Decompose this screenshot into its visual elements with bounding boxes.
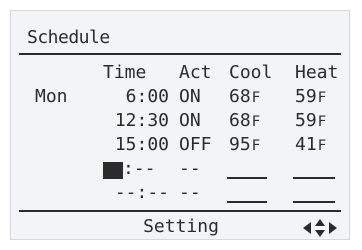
row-3-time[interactable]: 15:00 bbox=[103, 135, 169, 155]
row-2-heat-value: 59 bbox=[295, 110, 317, 131]
footer-divider bbox=[19, 210, 341, 212]
row-2-heat[interactable]: 59F bbox=[295, 111, 326, 132]
row-3-cool[interactable]: 95F bbox=[229, 135, 260, 156]
row-2-heat-unit: F bbox=[317, 114, 327, 130]
screen-title: Schedule bbox=[27, 27, 110, 48]
row-3-heat-unit: F bbox=[317, 138, 327, 154]
selection-cursor[interactable] bbox=[103, 162, 123, 179]
header-act: Act bbox=[179, 62, 212, 83]
row-4-heat-blank[interactable] bbox=[293, 177, 335, 179]
row-1-act[interactable]: ON bbox=[179, 87, 201, 107]
row-1-heat[interactable]: 59F bbox=[295, 87, 326, 108]
day-label: Mon bbox=[35, 86, 68, 107]
row-4-act[interactable]: -- bbox=[179, 159, 201, 179]
row-2-cool[interactable]: 68F bbox=[229, 111, 260, 132]
schedule-screen: Schedule Time Act Cool Heat Mon 6:00 ON … bbox=[10, 10, 350, 240]
row-3-act[interactable]: OFF bbox=[179, 135, 212, 155]
row-3-heat[interactable]: 41F bbox=[295, 135, 326, 156]
row-1-time[interactable]: 6:00 bbox=[103, 87, 169, 107]
row-2-cool-value: 68 bbox=[229, 110, 251, 131]
row-5-time[interactable]: --:-- bbox=[103, 183, 169, 203]
row-1-heat-value: 59 bbox=[295, 86, 317, 107]
header-cool: Cool bbox=[229, 62, 273, 83]
row-1-heat-unit: F bbox=[317, 90, 327, 106]
footer-setting-label: Setting bbox=[143, 216, 219, 237]
row-2-act[interactable]: ON bbox=[179, 111, 201, 131]
row-5-cool-blank[interactable] bbox=[227, 201, 267, 203]
row-4-cool-blank[interactable] bbox=[227, 177, 267, 179]
title-divider bbox=[19, 53, 341, 55]
row-5-heat-blank[interactable] bbox=[293, 201, 335, 203]
row-1-cool-value: 68 bbox=[229, 86, 251, 107]
row-5-act[interactable]: -- bbox=[179, 183, 201, 203]
row-3-heat-value: 41 bbox=[295, 134, 317, 155]
header-heat: Heat bbox=[295, 62, 339, 83]
row-2-time[interactable]: 12:30 bbox=[103, 111, 169, 131]
row-1-cool-unit: F bbox=[251, 90, 261, 106]
row-3-cool-value: 95 bbox=[229, 134, 251, 155]
row-1-cool[interactable]: 68F bbox=[229, 87, 260, 108]
left-up-down-right-arrows-icon[interactable] bbox=[303, 219, 337, 237]
row-2-cool-unit: F bbox=[251, 114, 261, 130]
header-time: Time bbox=[103, 62, 147, 83]
row-4-time[interactable]: :-- bbox=[123, 159, 156, 179]
row-3-cool-unit: F bbox=[251, 138, 261, 154]
